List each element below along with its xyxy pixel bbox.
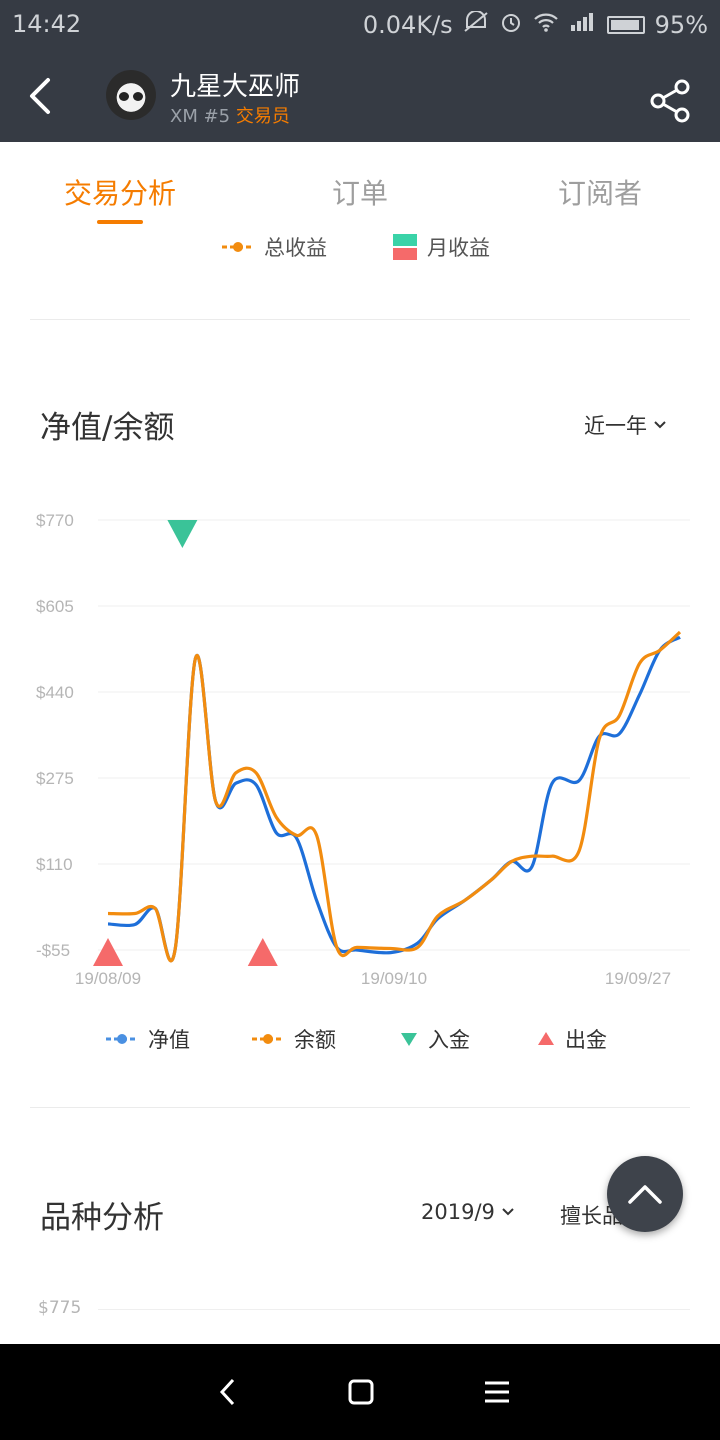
deposit-marker [167,520,198,548]
variety-title: 品种分析 [40,1200,164,1236]
y-tick-label: $770 [36,511,74,530]
divider [30,319,690,320]
nav-home-icon [348,1379,374,1405]
back-button[interactable] [20,72,64,120]
tab-analysis[interactable]: 交易分析 [0,172,240,212]
split-bar-marker-icon [393,234,417,260]
status-icons: 0.04K/s 95% [363,10,708,40]
tab-bar: 交易分析 订单 订阅者 [0,142,720,226]
status-time: 14:42 [12,10,82,38]
legend-withdraw[interactable]: 出金 [537,1024,607,1054]
period-label: 2019/9 [421,1200,495,1224]
network-speed: 0.04K/s [362,11,453,39]
variety-y-tick: $775 [38,1298,82,1318]
tab-indicator [97,220,143,224]
app-header: 九星大巫师 XM #5 交易员 [0,50,720,142]
avatar-eye-right [133,92,143,101]
range-dropdown[interactable]: 近一年 [584,410,667,440]
wifi-icon [533,11,559,39]
avatar-eye-left [119,92,129,101]
avatar[interactable] [106,70,156,120]
nav-menu-button[interactable] [477,1372,517,1412]
withdrawal-marker [247,938,278,966]
chevron-down-icon [502,1208,514,1216]
share-button[interactable] [648,78,694,124]
orange-line-marker-icon [222,242,254,252]
balance-line [107,630,682,963]
status-bar: 14:42 0.04K/s 95% [0,0,720,50]
x-tick-label: 19/09/10 [361,969,427,988]
tab-subscribers[interactable]: 订阅者 [480,172,720,212]
y-tick-label: $110 [36,855,73,874]
period-dropdown[interactable]: 2019/9 [421,1200,515,1224]
legend-monthly-label: 月收益 [427,236,490,260]
nav-home-button[interactable] [341,1372,381,1412]
y-tick-label: $440 [36,683,74,702]
up-triangle-icon [538,1032,554,1045]
x-tick-label: 19/08/09 [75,969,141,988]
broker-label: XM #5 [170,106,231,127]
role-label: 交易员 [235,106,290,127]
legend-net[interactable]: 净值 [106,1024,190,1054]
legend-total-profit[interactable]: 总收益 [222,232,327,262]
legend-deposit-label: 入金 [428,1028,470,1052]
x-tick-label: 19/09/27 [605,969,671,988]
scroll-top-button[interactable] [607,1156,683,1232]
legend-net-label: 净值 [148,1028,190,1052]
networth-title: 净值/余额 [40,410,175,446]
nav-menu-icon [485,1381,509,1403]
profit-legend: 总收益 月收益 [0,232,720,266]
battery-icon [606,16,645,34]
alarm-icon [499,10,523,40]
range-label: 近一年 [584,414,647,438]
back-arrow-icon [30,78,50,114]
legend-deposit[interactable]: 入金 [400,1024,470,1054]
legend-withdraw-label: 出金 [565,1028,607,1052]
variety-gridline [98,1309,690,1310]
nav-back-button[interactable] [208,1372,248,1412]
trader-name: 九星大巫师 [170,72,301,102]
mute-icon [463,10,489,39]
networth-chart: $770 $605 $440 $275 $110 -$55 19/08/09 19/09/10… [36,511,690,988]
chevron-up-icon [628,1185,662,1204]
tab-orders[interactable]: 订单 [240,172,480,212]
blue-line-marker-icon [106,1034,138,1044]
chart-legend: 净值 余额 入金 出金 [0,1024,720,1054]
withdrawal-marker [93,938,123,966]
y-tick-label: -$55 [36,941,70,960]
y-tick-label: $605 [36,597,74,616]
legend-monthly-profit[interactable]: 月收益 [393,232,490,262]
system-nav-bar [0,1344,720,1440]
trader-subtitle: XM #5 交易员 [170,102,290,128]
nav-back-icon [219,1378,235,1406]
y-tick-label: $275 [36,769,74,788]
legend-total-label: 总收益 [264,236,327,260]
chevron-down-icon [654,421,666,429]
share-icon [650,79,690,123]
divider [30,1107,690,1108]
legend-balance[interactable]: 余额 [252,1024,336,1054]
battery-level: 95% [654,11,708,39]
down-triangle-icon [401,1033,417,1046]
legend-balance-label: 余额 [294,1028,336,1052]
signal-icon [569,11,597,39]
orange-line-marker-icon [252,1034,284,1044]
